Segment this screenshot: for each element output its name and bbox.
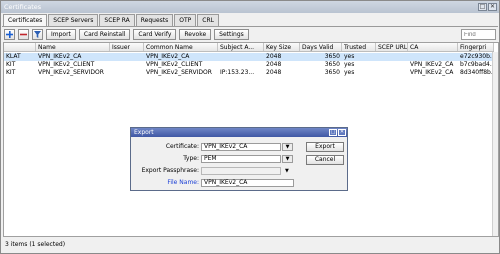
cell-common-name: VPN_IKEv2_CLIENT [146,61,203,68]
cell-fingerprint: e72c930b... [460,53,494,60]
cell-issuer [110,53,144,61]
col-subject-alt[interactable]: Subject A... [218,43,264,51]
cell-issuer [110,69,144,77]
revoke-button[interactable]: Revoke [179,29,212,40]
tab-bar: Certificates SCEP Servers SCEP RA Reques… [3,14,220,27]
cell-subject-alt [218,53,264,61]
card-reinstall-button[interactable]: Card Reinstall [78,29,131,40]
col-trusted[interactable]: Trusted [342,43,376,51]
toolbar: Import Card Reinstall Card Verify Revoke… [4,29,249,40]
dialog-close-button[interactable]: ✕ [338,129,346,136]
tab-crl[interactable]: CRL [197,14,219,26]
find-input[interactable] [461,29,496,40]
add-button[interactable] [4,29,15,40]
type-dropdown-button[interactable]: ▼ [282,155,293,163]
cell-scep-url [376,53,408,61]
export-passphrase-input[interactable] [201,167,281,175]
cell-flags: KIT [6,69,16,76]
col-days-valid[interactable]: Days Valid [300,43,342,51]
settings-button[interactable]: Settings [214,29,249,40]
file-name-label: File Name: [167,179,199,186]
cell-scep-url [376,69,408,77]
status-bar: 3 items (1 selected) [5,241,66,248]
dialog-title: Export [134,129,154,136]
type-label: Type: [183,155,199,162]
tab-divider [2,26,498,27]
col-issuer[interactable]: Issuer [110,43,144,51]
cell-days-valid: 3650 [324,61,340,68]
close-button[interactable]: ✕ [488,3,497,11]
cell-issuer [110,61,144,69]
maximize-button[interactable]: □ [478,3,487,11]
cell-name: VPN_IKEv2_CA [38,53,82,60]
table-row[interactable]: KIT VPN_IKEv2_CLIENT VPN_IKEv2_CLIENT 20… [4,61,494,69]
cell-subject-alt [218,61,264,69]
table-header: Name Issuer Common Name Subject A... Key… [4,43,494,52]
import-button[interactable]: Import [46,29,76,40]
col-key-size[interactable]: Key Size [264,43,300,51]
filter-icon [34,31,41,38]
certificate-select[interactable]: VPN_IKEv2_CA [201,143,281,151]
cell-days-valid: 3650 [324,69,340,76]
cell-days-valid: 3650 [324,53,340,60]
chevron-down-icon: ▼ [285,144,290,150]
cell-scep-url [376,61,408,69]
col-fingerprint[interactable]: Fingerpri [458,43,494,51]
tab-scep-servers[interactable]: SCEP Servers [48,14,99,26]
chevron-down-icon: ▼ [285,156,290,162]
tab-scep-ra[interactable]: SCEP RA [99,14,135,26]
cell-subject-alt: IP:153.23... [220,69,255,76]
export-passphrase-label: Export Passphrase: [141,167,199,174]
tab-requests[interactable]: Requests [135,14,174,26]
filter-button[interactable] [32,29,43,40]
table-row[interactable]: KIT VPN_IKEv2_SERVIDOR VPN_IKEv2_SERVIDO… [4,69,494,77]
col-scep-url[interactable]: SCEP URL [376,43,408,51]
window-title: Certificates [4,3,42,11]
window-titlebar[interactable]: Certificates □ ✕ [1,1,499,13]
cell-common-name: VPN_IKEv2_SERVIDOR [146,69,212,76]
cell-trusted: yes [344,61,355,68]
cell-common-name: VPN_IKEv2_CA [146,53,190,60]
cell-key-size: 2048 [266,69,282,76]
file-name-input[interactable]: VPN_IKEv2_CA [201,179,294,187]
cell-flags: KIT [6,61,16,68]
cell-ca: VPN_IKEv2_CA [410,69,454,76]
dialog-maximize-button[interactable]: □ [329,129,337,136]
remove-button[interactable] [18,29,29,40]
passphrase-toggle-icon[interactable]: ▼ [285,168,289,174]
type-select[interactable]: PEM [201,155,281,163]
plus-icon [6,31,13,38]
export-dialog: Export □ ✕ Certificate: VPN_IKEv2_CA ▼ T… [130,127,348,191]
cell-ca [408,53,458,61]
card-verify-button[interactable]: Card Verify [133,29,177,40]
certificate-dropdown-button[interactable]: ▼ [282,143,293,151]
cell-name: VPN_IKEv2_SERVIDOR [38,69,104,76]
cell-key-size: 2048 [266,61,282,68]
cancel-button[interactable]: Cancel [306,155,344,165]
certificate-label: Certificate: [165,143,199,150]
col-ca[interactable]: CA [408,43,458,51]
col-flags[interactable] [4,43,36,51]
cell-trusted: yes [344,69,355,76]
col-name[interactable]: Name [36,43,110,51]
cell-flags: KLAT [6,53,21,60]
col-common-name[interactable]: Common Name [144,43,218,51]
tab-otp[interactable]: OTP [174,14,197,26]
minus-icon [20,33,27,36]
cell-fingerprint: 8d340ff8b... [460,69,494,76]
cell-fingerprint: b7c9bad4... [460,61,494,68]
table-row[interactable]: KLAT VPN_IKEv2_CA VPN_IKEv2_CA 2048 3650… [4,53,494,61]
dialog-titlebar[interactable]: Export □ ✕ [131,128,347,137]
cell-trusted: yes [344,53,355,60]
cell-key-size: 2048 [266,53,282,60]
cell-name: VPN_IKEv2_CLIENT [38,61,95,68]
vertical-scrollbar[interactable] [492,52,498,236]
cell-ca: VPN_IKEv2_CA [410,61,454,68]
export-button[interactable]: Export [306,142,344,152]
